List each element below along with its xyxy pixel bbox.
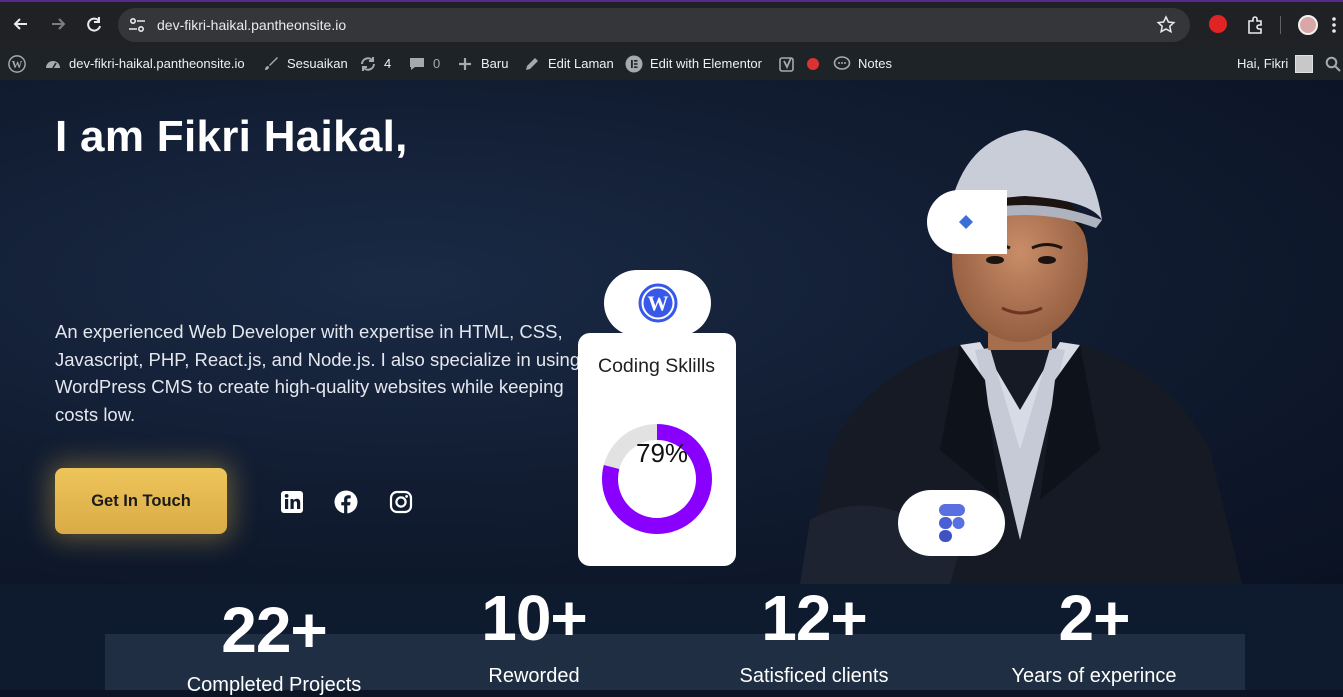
edit-page-label: Edit Laman xyxy=(548,56,614,71)
wordpress-pill: W xyxy=(604,270,711,336)
stat-label: Years of experince xyxy=(1011,665,1177,687)
comment-icon xyxy=(408,55,426,73)
wordpress-icon: W xyxy=(7,54,27,74)
arrow-right-icon xyxy=(52,18,66,30)
comments-count: 0 xyxy=(433,56,441,71)
wordpress-logo-icon: W xyxy=(638,283,677,323)
browser-toolbar: dev-fikri-haikal.pantheonsite.io xyxy=(0,0,1343,47)
hero-description: An experienced Web Developer with expert… xyxy=(55,321,581,425)
instagram-icon[interactable] xyxy=(389,490,413,514)
notes-menu[interactable]: Notes xyxy=(833,47,892,80)
svg-text:W: W xyxy=(12,59,23,71)
back-button[interactable] xyxy=(11,14,31,34)
profile-photo xyxy=(800,130,1242,584)
arrow-left-icon xyxy=(13,18,27,30)
pencil-icon xyxy=(523,55,541,73)
updates-icon xyxy=(359,55,377,73)
site-info-icon[interactable] xyxy=(128,17,146,33)
url-text[interactable]: dev-fikri-haikal.pantheonsite.io xyxy=(157,17,346,33)
search-icon xyxy=(1325,56,1341,72)
profile-avatar[interactable] xyxy=(1298,15,1318,35)
updates-menu[interactable]: 4 xyxy=(359,47,391,80)
hero-title: I am Fikri Haikal, xyxy=(55,112,408,161)
linkedin-icon[interactable] xyxy=(280,490,304,514)
facebook-icon[interactable] xyxy=(334,490,358,514)
speech-bubble-icon xyxy=(833,55,851,73)
stat-label: Reworded xyxy=(488,665,580,687)
stat-number: 2+ xyxy=(1058,582,1131,654)
new-label: Baru xyxy=(481,56,509,71)
skills-card-title: Coding Sklills xyxy=(598,355,716,377)
forward-button[interactable] xyxy=(48,14,68,34)
star-icon[interactable] xyxy=(1156,15,1176,35)
dashboard-icon xyxy=(44,55,62,73)
elementor-icon xyxy=(625,55,643,73)
yoast-icon xyxy=(778,55,796,73)
site-name-label: dev-fikri-haikal.pantheonsite.io xyxy=(69,56,245,71)
stat-label: Completed Projects xyxy=(186,674,362,696)
yoast-status-dot xyxy=(807,57,819,70)
edit-elementor-label: Edit with Elementor xyxy=(650,56,762,71)
stat-number: 22+ xyxy=(221,594,328,666)
figma-icon xyxy=(938,504,965,542)
wp-logo-menu[interactable]: W xyxy=(7,47,27,80)
reload-icon xyxy=(87,17,101,32)
adblock-extension-icon[interactable] xyxy=(1209,15,1227,33)
floating-pill-blue xyxy=(927,190,1007,254)
stat-number: 12+ xyxy=(761,582,868,654)
get-in-touch-button[interactable]: Get In Touch xyxy=(55,468,227,534)
site-name-menu[interactable]: dev-fikri-haikal.pantheonsite.io xyxy=(44,47,245,80)
brush-icon xyxy=(262,55,280,73)
account-avatar xyxy=(1295,54,1314,73)
figma-pill xyxy=(898,490,1005,556)
coding-skills-card: Coding Sklills 79% xyxy=(578,333,736,566)
plus-icon xyxy=(456,55,474,73)
wp-admin-bar: W dev-fikri-haikal.pantheonsite.io Sesua… xyxy=(0,47,1343,80)
updates-count: 4 xyxy=(384,56,392,71)
stat-label: Satisficed clients xyxy=(739,665,889,687)
edit-elementor-menu[interactable]: Edit with Elementor xyxy=(625,47,762,80)
greeting-label: Hai, Fikri xyxy=(1237,56,1289,71)
stat-number: 10+ xyxy=(481,582,588,654)
extensions-puzzle-icon[interactable] xyxy=(1245,15,1265,35)
address-bar[interactable]: dev-fikri-haikal.pantheonsite.io xyxy=(118,8,1190,42)
reload-button[interactable] xyxy=(84,14,104,34)
skills-percent: 79% xyxy=(636,438,689,468)
admin-search[interactable] xyxy=(1325,47,1341,80)
toolbar-divider xyxy=(1280,16,1281,34)
hero-section: I am Fikri Haikal, An experienced Web De… xyxy=(0,80,1343,584)
customize-label: Sesuaikan xyxy=(287,56,348,71)
my-account-menu[interactable]: Hai, Fikri xyxy=(1237,47,1314,80)
customize-menu[interactable]: Sesuaikan xyxy=(262,47,348,80)
diamond-icon xyxy=(959,215,973,229)
svg-text:W: W xyxy=(647,292,668,316)
comments-menu[interactable]: 0 xyxy=(408,47,440,80)
edit-page-menu[interactable]: Edit Laman xyxy=(523,47,614,80)
notes-label: Notes xyxy=(858,56,892,71)
menu-dots-icon[interactable] xyxy=(1331,16,1337,34)
new-content-menu[interactable]: Baru xyxy=(456,47,508,80)
yoast-menu[interactable] xyxy=(778,47,819,80)
